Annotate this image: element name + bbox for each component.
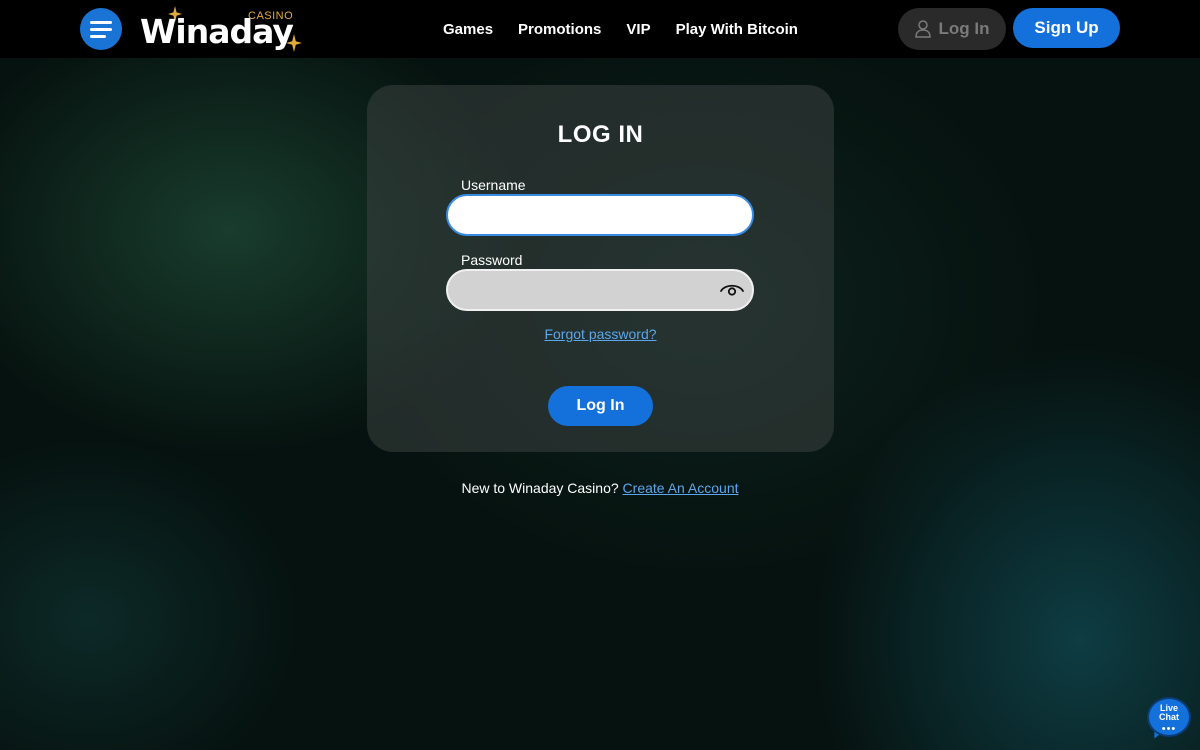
chat-dots-icon: •••	[1161, 723, 1177, 735]
user-icon	[914, 20, 931, 38]
password-input[interactable]	[446, 269, 754, 311]
forgot-password-row: Forgot password?	[367, 326, 834, 342]
live-chat-label: Live Chat	[1147, 704, 1191, 722]
live-chat-button[interactable]: Live Chat •••	[1147, 697, 1191, 741]
header-login-label: Log In	[938, 19, 990, 38]
login-submit-button[interactable]: Log In	[548, 386, 653, 426]
login-card: LOG IN Username Password Forgot password…	[367, 85, 834, 452]
password-label: Password	[461, 252, 523, 268]
new-user-text: New to Winaday Casino?	[461, 480, 619, 496]
logo-casino-label: CASINO	[248, 10, 294, 22]
hamburger-line	[90, 35, 106, 38]
star-icon	[286, 34, 302, 52]
header-login-button[interactable]: Log In	[898, 8, 1006, 50]
hamburger-line	[90, 28, 112, 31]
sign-up-button[interactable]: Sign Up	[1013, 8, 1120, 48]
eye-icon[interactable]	[719, 282, 745, 298]
live-chat-line2: Chat	[1159, 712, 1179, 722]
nav-play-with-bitcoin[interactable]: Play With Bitcoin	[676, 21, 798, 38]
create-account-prompt: New to Winaday Casino? Create An Account	[0, 480, 1200, 496]
top-navigation-bar: Winaday CASINO Games Promotions VIP Play…	[0, 0, 1200, 58]
hamburger-line	[90, 21, 112, 24]
nav-games[interactable]: Games	[443, 21, 493, 38]
winaday-casino-logo[interactable]: Winaday CASINO	[140, 6, 305, 54]
hamburger-menu-button[interactable]	[80, 8, 122, 50]
username-input[interactable]	[446, 194, 754, 236]
login-title: LOG IN	[557, 121, 644, 148]
username-label: Username	[461, 177, 526, 193]
forgot-password-link[interactable]: Forgot password?	[544, 326, 656, 342]
nav-promotions[interactable]: Promotions	[518, 21, 601, 38]
nav-vip[interactable]: VIP	[626, 21, 650, 38]
main-nav: Games Promotions VIP Play With Bitcoin	[443, 0, 798, 58]
create-account-link[interactable]: Create An Account	[623, 480, 739, 496]
